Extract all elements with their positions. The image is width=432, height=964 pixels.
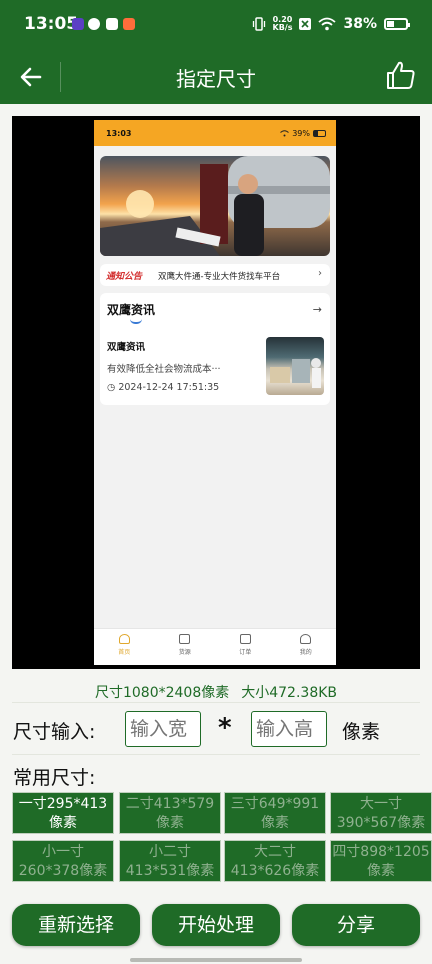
preview-news-card: 双鹰资讯 → 双鹰资讯 有效降低全社会物流成本··· ◷ 2024-12-24 … <box>100 293 330 405</box>
share-button[interactable]: 分享 <box>292 904 420 946</box>
preview-status-time: 13:03 <box>106 129 132 138</box>
box-icon <box>179 634 191 644</box>
document-icon <box>239 634 251 644</box>
multiply-separator: * <box>218 713 232 743</box>
status-time: 13:05 <box>24 14 79 34</box>
network-speed-unit: KB/s <box>272 23 293 32</box>
vibrate-icon <box>252 17 265 31</box>
preview-news-thumbnail <box>266 337 324 395</box>
preview-notice-tag: 通知公告 <box>106 272 143 282</box>
battery-icon <box>384 18 410 30</box>
preset-label: 像素 <box>49 815 77 831</box>
common-sizes-label: 常用尺寸: <box>13 767 96 789</box>
image-file-size: 大小472.38KB <box>241 685 338 701</box>
app-notification-icon <box>72 18 84 30</box>
preview-status-right: 39% <box>280 129 326 138</box>
preview-news-item-desc: 有效降低全社会物流成本··· <box>107 364 221 375</box>
preset-label: 二寸413*579 <box>125 796 215 812</box>
preset-small-two-inch-button[interactable]: 小二寸 413*531像素 <box>119 840 221 882</box>
preview-news-title: 双鹰资讯 <box>107 303 156 317</box>
size-input-label: 尺寸输入: <box>13 721 96 743</box>
preview-wifi-icon <box>280 130 290 137</box>
preview-notice-bar: 通知公告 双鹰大件通-专业大件货找车平台 › <box>100 264 330 286</box>
preset-large-one-inch-button[interactable]: 大一寸 390*567像素 <box>330 792 432 834</box>
preset-label: 413*626像素 <box>230 863 320 879</box>
wifi-icon <box>318 17 337 31</box>
app-notification-icon <box>123 18 135 30</box>
preset-label: 390*567像素 <box>336 815 426 831</box>
preset-label: 像素 <box>261 815 289 831</box>
preset-one-inch-button[interactable]: 一寸295*413 像素 <box>12 792 114 834</box>
status-bar: 13:05 0.20 KB/s 38% <box>0 0 432 50</box>
preview-tab-label: 订单 <box>239 649 252 656</box>
preview-tab-label: 货源 <box>178 649 191 656</box>
preset-label: 小一寸 <box>42 844 84 860</box>
preset-label: 413*531像素 <box>125 863 215 879</box>
preset-label: 大二寸 <box>254 844 296 860</box>
like-button[interactable] <box>384 58 418 92</box>
network-speed: 0.20 KB/s <box>273 16 293 32</box>
home-icon <box>118 634 130 644</box>
person-icon <box>300 634 312 644</box>
thumbs-up-icon <box>387 61 415 89</box>
app-notification-icon <box>106 18 118 30</box>
preset-label: 四寸898*1205 <box>332 844 430 860</box>
preset-label: 像素 <box>367 863 395 879</box>
preset-four-inch-button[interactable]: 四寸898*1205 像素 <box>330 840 432 882</box>
status-right: 0.20 KB/s 38% <box>252 12 410 36</box>
divider <box>12 702 420 703</box>
preset-three-inch-button[interactable]: 三寸649*991 像素 <box>224 792 326 834</box>
preview-tab-source: 货源 <box>155 629 216 665</box>
preview-notice-text: 双鹰大件通-专业大件货找车平台 <box>158 272 281 282</box>
chevron-right-icon: › <box>318 268 322 279</box>
start-processing-button[interactable]: 开始处理 <box>152 904 280 946</box>
truck-driver-photo <box>100 156 330 256</box>
preset-label: 像素 <box>156 815 184 831</box>
preset-label: 一寸295*413 <box>18 796 108 812</box>
preview-battery-percent: 39% <box>292 129 310 138</box>
preview-tab-home: 首页 <box>94 629 155 665</box>
preset-label: 260*378像素 <box>18 863 108 879</box>
app-bar: 指定尺寸 <box>0 50 432 104</box>
image-preview: 13:03 39% 通知公告 双鹰大件通-专业大件货找车平台 › 双鹰资讯 → … <box>12 116 420 669</box>
preview-news-item-title: 双鹰资讯 <box>107 342 146 353</box>
home-indicator[interactable] <box>130 958 302 962</box>
preset-label: 小二寸 <box>149 844 191 860</box>
preview-status-bar: 13:03 39% <box>94 120 336 146</box>
image-info: 尺寸1080*2408像素 大小472.38KB <box>0 682 432 702</box>
no-signal-icon <box>299 18 312 30</box>
preset-two-inch-button[interactable]: 二寸413*579 像素 <box>119 792 221 834</box>
app-notification-icon <box>88 18 100 30</box>
page-title: 指定尺寸 <box>176 67 256 91</box>
preset-label: 大一寸 <box>360 796 402 812</box>
title-underline <box>130 319 142 324</box>
screenshot-preview: 13:03 39% 通知公告 双鹰大件通-专业大件货找车平台 › 双鹰资讯 → … <box>94 120 336 665</box>
preview-news-item-time: ◷ 2024-12-24 17:51:35 <box>107 382 219 393</box>
preset-label: 三寸649*991 <box>230 796 320 812</box>
arrow-right-icon: → <box>312 303 322 316</box>
preview-tab-label: 首页 <box>118 649 131 656</box>
height-input[interactable] <box>251 711 327 747</box>
battery-percent: 38% <box>343 16 377 32</box>
preset-large-two-inch-button[interactable]: 大二寸 413*626像素 <box>224 840 326 882</box>
preset-small-one-inch-button[interactable]: 小一寸 260*378像素 <box>12 840 114 882</box>
clock-icon: ◷ <box>107 382 116 393</box>
unit-label: 像素 <box>342 721 381 743</box>
warehouse-photo <box>270 358 321 388</box>
width-input[interactable] <box>125 711 201 747</box>
preview-tab-orders: 订单 <box>215 629 276 665</box>
preview-battery-icon <box>313 130 326 137</box>
preview-banner-image <box>100 156 330 256</box>
reselect-button[interactable]: 重新选择 <box>12 904 140 946</box>
preview-tab-bar: 首页 货源 订单 我的 <box>94 628 336 665</box>
image-dimensions: 尺寸1080*2408像素 <box>94 685 230 701</box>
preview-tab-label: 我的 <box>299 649 312 656</box>
preview-news-time-text: 2024-12-24 17:51:35 <box>118 382 220 393</box>
divider <box>12 754 420 755</box>
preview-tab-mine: 我的 <box>276 629 337 665</box>
